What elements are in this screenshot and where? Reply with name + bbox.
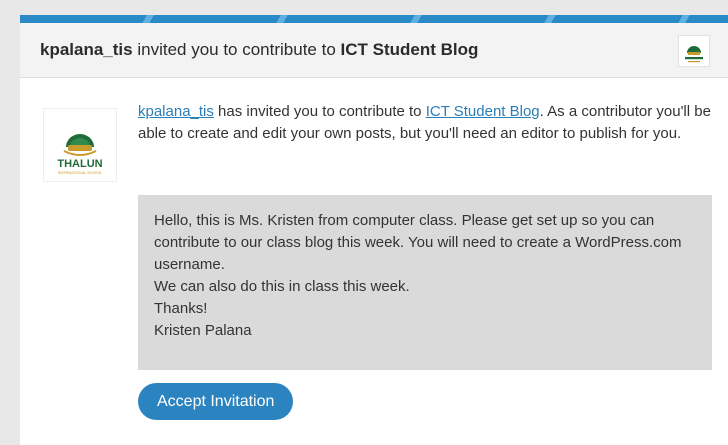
avatar-sublabel: INTERNATIONAL SCHOOL xyxy=(58,171,103,175)
message-line: Hello, this is Ms. Kristen from computer… xyxy=(154,212,682,273)
top-stripe xyxy=(20,15,728,23)
header-mid-text: invited you to contribute to xyxy=(132,40,341,59)
personal-message: Hello, this is Ms. Kristen from computer… xyxy=(138,195,712,370)
header-title: kpalana_tis invited you to contribute to… xyxy=(40,40,478,60)
invitation-card: kpalana_tis invited you to contribute to… xyxy=(20,15,728,445)
site-logo-icon xyxy=(678,35,710,67)
school-avatar: THALUN INTERNATIONAL SCHOOL xyxy=(43,108,117,182)
header-blog-name: ICT Student Blog xyxy=(340,40,479,59)
message-line: Thanks! xyxy=(154,300,208,317)
invitation-intro: kpalana_tis has invited you to contribut… xyxy=(138,101,713,145)
inviter-link[interactable]: kpalana_tis xyxy=(138,103,214,120)
avatar-label: THALUN xyxy=(57,158,102,170)
accept-invitation-button[interactable]: Accept Invitation xyxy=(138,383,294,420)
intro-text-1: has invited you to contribute to xyxy=(213,103,426,120)
blog-link[interactable]: ICT Student Blog xyxy=(426,103,540,120)
message-line: Kristen Palana xyxy=(154,322,252,339)
invitation-header: kpalana_tis invited you to contribute to… xyxy=(20,23,728,78)
header-inviter: kpalana_tis xyxy=(40,40,133,59)
message-line: We can also do this in class this week. xyxy=(154,278,410,295)
